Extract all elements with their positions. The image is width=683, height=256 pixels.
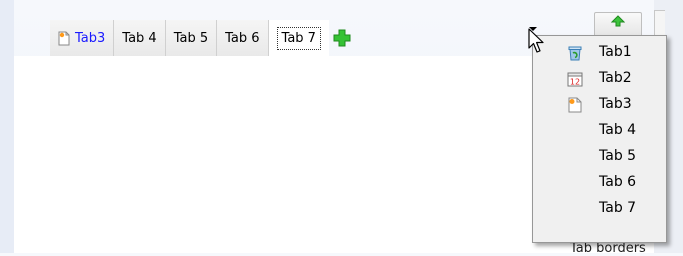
- document-icon: [58, 31, 70, 45]
- plus-icon: [333, 29, 351, 47]
- mouse-cursor-icon: [528, 28, 544, 53]
- tab-4[interactable]: Tab 4: [113, 20, 165, 56]
- tab-7-label: Tab 7: [276, 26, 321, 50]
- add-tab-button[interactable]: [329, 20, 355, 56]
- document-icon: [568, 97, 582, 113]
- calendar-icon: 12: [567, 72, 583, 87]
- recycle-icon: [568, 46, 582, 61]
- tab-3[interactable]: Tab3: [50, 20, 114, 56]
- green-arrow-icon: [611, 15, 625, 27]
- menu-item-tab3[interactable]: Tab3: [533, 92, 666, 118]
- menu-item-tab4[interactable]: Tab 4: [533, 118, 666, 144]
- menu-item-tab7[interactable]: Tab 7: [533, 196, 666, 222]
- tab-list-menu: Tab1 12 Tab2 Tab3 Tab 4 Tab 5 Tab 6 Tab …: [532, 35, 667, 243]
- menu-item-tab4-label: Tab 4: [599, 122, 637, 138]
- menu-item-tab1-label: Tab1: [599, 44, 632, 60]
- menu-item-tab2[interactable]: 12 Tab2: [533, 66, 666, 92]
- tab-6-label: Tab 6: [225, 30, 260, 46]
- tab-7[interactable]: Tab 7: [267, 20, 329, 56]
- tab-6[interactable]: Tab 6: [216, 20, 268, 56]
- menu-item-tab5[interactable]: Tab 5: [533, 144, 666, 170]
- calendar-day: 12: [570, 78, 580, 87]
- tab-4-label: Tab 4: [122, 30, 157, 46]
- tab-5-label: Tab 5: [173, 30, 209, 46]
- menu-item-tab6[interactable]: Tab 6: [533, 170, 666, 196]
- tab-3-label: Tab3: [75, 30, 106, 46]
- menu-item-tab3-label: Tab3: [599, 96, 632, 112]
- menu-item-tab6-label: Tab 6: [599, 174, 637, 190]
- panel-strip: [654, 10, 665, 38]
- tab-borders-label: Tab borders: [570, 241, 646, 256]
- menu-item-tab5-label: Tab 5: [599, 148, 637, 164]
- menu-item-tab1[interactable]: Tab1: [533, 40, 666, 66]
- menu-item-tab7-label: Tab 7: [599, 200, 637, 216]
- left-edge: [0, 0, 14, 253]
- tab-5[interactable]: Tab 5: [164, 20, 217, 56]
- tab-strip: Tab3 Tab 4 Tab 5 Tab 6 Tab 7: [50, 20, 355, 56]
- menu-item-tab2-label: Tab2: [599, 70, 632, 86]
